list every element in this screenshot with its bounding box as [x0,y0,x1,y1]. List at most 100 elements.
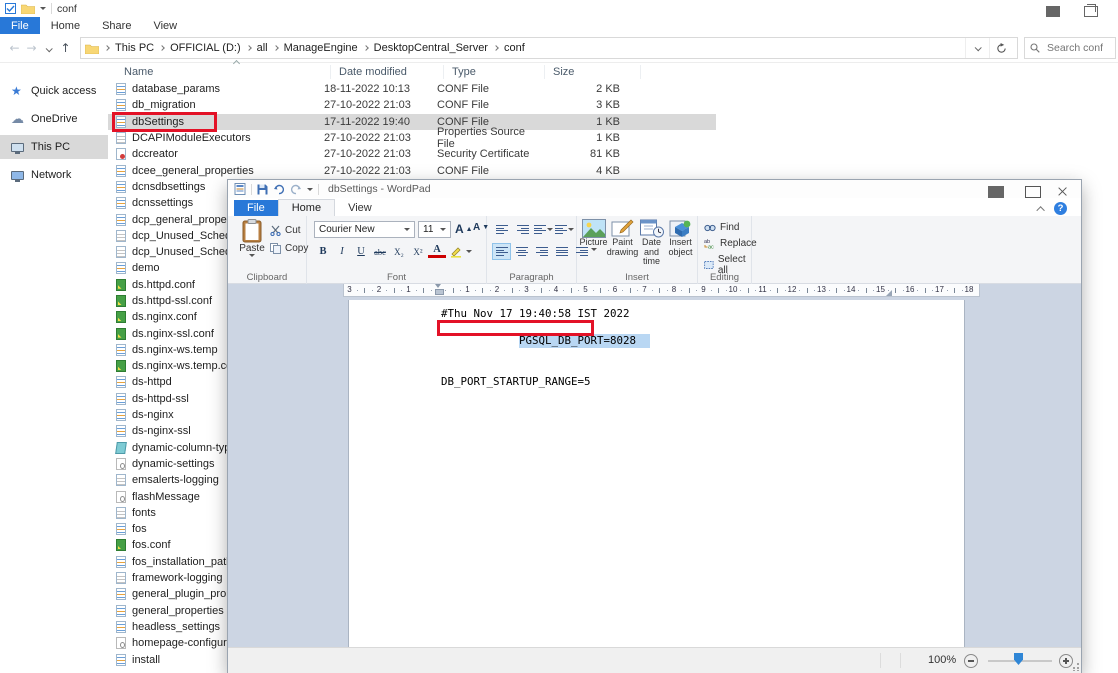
align-left-button[interactable] [492,243,511,260]
breadcrumb-manageengine[interactable]: ManageEngine [284,42,358,54]
increase-indent-button[interactable] [513,221,532,238]
subscript-button[interactable]: X₂ [390,243,408,260]
bullets-button[interactable] [534,221,553,238]
column-header-size[interactable]: Size [545,65,641,79]
breadcrumb-desktopcentral-server[interactable]: DesktopCentral_Server [374,42,488,54]
sidebar-item-onedrive[interactable]: ☁ OneDrive [0,107,108,131]
file-date-modified: 27-10-2022 21:03 [324,132,437,144]
file-row-db_migration[interactable]: db_migration27-10-2022 21:03CONF File3 K… [108,97,716,113]
wordpad-tab-view[interactable]: View [335,200,385,216]
sidebar-item-this-pc[interactable]: This PC [0,135,108,159]
file-date-modified: 18-11-2022 10:13 [324,83,437,95]
wordpad-tab-home[interactable]: Home [278,199,335,216]
restore-button[interactable] [1084,3,1098,14]
paint-drawing-button[interactable]: Paint drawing [608,219,637,271]
zoom-out-button[interactable] [964,654,978,668]
file-row-DCAPIModuleExecutors[interactable]: DCAPIModuleExecutors27-10-2022 21:03Prop… [108,130,716,146]
column-header-date-modified[interactable]: Date modified [331,65,444,79]
minimize-button[interactable] [1046,3,1060,14]
document-page[interactable]: #Thu Nov 17 19:40:58 IST 2022 PGSQL_DB_P… [348,300,965,647]
breadcrumb-conf[interactable]: conf [504,42,525,54]
tab-view[interactable]: View [142,17,188,34]
forward-button[interactable]: → [23,41,40,55]
file-row-database_params[interactable]: database_params18-11-2022 10:13CONF File… [108,81,716,97]
date-and-time-button[interactable]: Date and time [637,219,666,271]
margin-marker[interactable] [886,290,892,296]
justify-button[interactable] [552,243,571,260]
font-size-select[interactable]: 11 [418,221,451,238]
align-center-button[interactable] [512,243,531,260]
up-button[interactable]: ↑ [57,41,74,55]
file-icon-green [116,311,126,323]
undo-icon[interactable] [273,184,285,195]
decrease-indent-button[interactable] [492,221,511,238]
file-icon-conf [116,83,126,95]
file-row-dbSettings[interactable]: dbSettings17-11-2022 19:40CONF File1 KB [108,114,716,130]
font-family-value: Courier New [319,224,375,235]
address-dropdown-button[interactable] [965,38,989,58]
cut-label: Cut [285,225,301,236]
close-button[interactable] [1058,183,1074,195]
help-icon[interactable]: ? [1054,202,1067,215]
collapse-ribbon-icon[interactable] [1036,206,1044,214]
maximize-button[interactable] [1025,183,1041,195]
search-box[interactable] [1024,37,1116,59]
find-icon [704,223,716,233]
quick-access-caret-icon[interactable] [307,188,313,191]
copy-button[interactable]: Copy [270,243,308,254]
recent-locations-button[interactable] [40,41,57,55]
underline-button[interactable]: U [352,243,370,260]
breadcrumb-all[interactable]: all [257,42,268,54]
back-button[interactable]: ← [6,41,23,55]
sidebar-item-network[interactable]: Network [0,163,108,187]
file-row-dccreator[interactable]: dccreator27-10-2022 21:03Security Certif… [108,146,716,162]
search-input[interactable] [1045,41,1105,55]
column-header-type[interactable]: Type [444,65,545,79]
clipboard-group: Paste Cut Copy Clipboard [228,216,307,284]
zoom-slider-handle[interactable] [1014,653,1023,665]
superscript-button[interactable]: X² [409,243,427,260]
cut-button[interactable]: Cut [270,225,301,236]
quick-access-caret-icon[interactable] [40,7,46,10]
wordpad-tab-file[interactable]: File [234,200,278,216]
find-button[interactable]: Find [704,222,739,233]
refresh-button[interactable] [989,38,1013,58]
tab-home[interactable]: Home [40,17,91,34]
line-spacing-button[interactable] [555,221,574,238]
redo-icon[interactable] [290,184,302,195]
indent-marker[interactable] [435,284,442,295]
picture-button[interactable]: Picture [579,219,608,271]
ruler[interactable]: 321123456789101112131415161718 [343,284,980,297]
replace-button[interactable]: abac Replace [704,238,757,249]
grow-font-button[interactable]: A▲ [455,222,473,236]
wordpad-window: dbSettings - WordPad File Home View ? Pa… [228,180,1081,673]
font-family-select[interactable]: Courier New [314,221,415,238]
wordpad-app-icon [234,183,246,195]
font-color-button[interactable]: A [428,244,446,258]
file-icon-conf [116,621,126,633]
sidebar-item-quick-access[interactable]: ★ Quick access [0,79,108,103]
insert-object-button[interactable]: Insert object [666,219,695,271]
address-bar[interactable]: This PC OFFICIAL (D:) all ManageEngine D… [80,37,1018,59]
resize-grip[interactable] [1071,663,1079,671]
minimize-button[interactable] [988,183,1004,195]
tab-file[interactable]: File [0,17,40,34]
ruler-number: 3 [347,285,351,294]
align-right-button[interactable] [532,243,551,260]
breadcrumb-official-d[interactable]: OFFICIAL (D:) [170,42,240,54]
column-header-name[interactable]: Name [108,65,331,79]
file-size: 1 KB [538,116,634,128]
breadcrumb-separator-icon [493,45,499,51]
file-row-dcee_general_properties[interactable]: dcee_general_properties27-10-2022 21:03C… [108,162,716,178]
save-icon[interactable] [257,184,268,195]
tab-share[interactable]: Share [91,17,142,34]
file-icon-conf [116,556,126,568]
highlight-color-button[interactable] [447,243,465,260]
breadcrumb-this-pc[interactable]: This PC [115,42,154,54]
strikethrough-button[interactable]: abc [371,243,389,260]
italic-button[interactable]: I [333,243,351,260]
bold-button[interactable]: B [314,243,332,260]
ruler-tick [932,290,933,291]
paste-button[interactable]: Paste [235,219,269,269]
file-icon-conf [116,409,126,421]
